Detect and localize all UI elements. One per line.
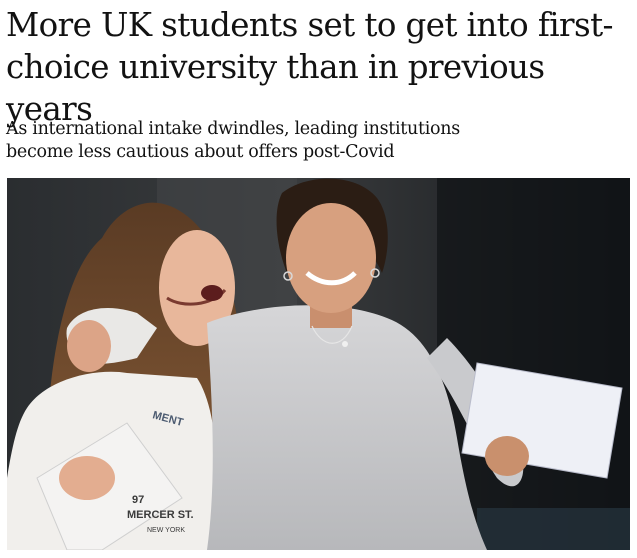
standfirst-line-1: As international intake dwindles, leadin…: [6, 119, 460, 139]
shirt-print-line-2: 97: [132, 494, 144, 506]
article-headline: More UK students set to get into first- …: [6, 4, 634, 130]
shirt-print-line-3: MERCER ST.: [127, 509, 194, 521]
article-photo-illustration: MENT 97 MERCER ST. NEW YORK: [7, 178, 630, 550]
article-photo[interactable]: MENT 97 MERCER ST. NEW YORK: [7, 178, 630, 550]
headline-line-2: choice university than in previous years: [6, 48, 545, 128]
shirt-print-line-4: NEW YORK: [147, 527, 185, 534]
article-standfirst: As international intake dwindles, leadin…: [6, 118, 626, 164]
standfirst-line-2: become less cautious about offers post-C…: [6, 142, 395, 162]
headline-line-1: More UK students set to get into first-: [6, 6, 614, 44]
